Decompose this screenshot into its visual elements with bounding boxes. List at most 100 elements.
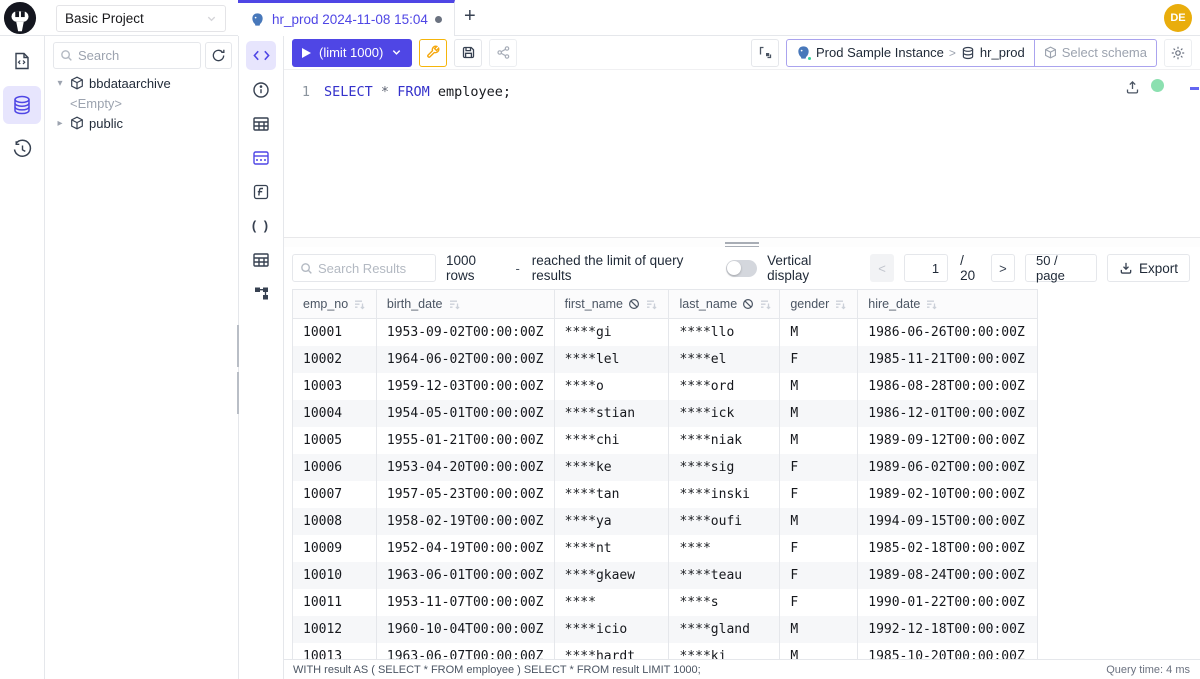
table-cell[interactable]: 1958-02-19T00:00:00Z xyxy=(377,508,555,535)
table-cell[interactable]: 10001 xyxy=(293,319,377,346)
column-header-gender[interactable]: gender xyxy=(780,290,858,318)
sort-icon[interactable] xyxy=(925,298,938,311)
sort-icon[interactable] xyxy=(834,298,847,311)
table-cell[interactable]: F xyxy=(780,454,858,481)
vertical-display-toggle[interactable] xyxy=(726,260,757,277)
table-cell[interactable]: ****stian xyxy=(555,400,670,427)
table-cell[interactable]: 1960-10-04T00:00:00Z xyxy=(377,616,555,643)
table-cell[interactable]: 1985-10-20T00:00:00Z xyxy=(858,643,1038,659)
table-cell[interactable]: ****ick xyxy=(669,400,780,427)
avatar[interactable]: DE xyxy=(1164,4,1192,32)
table-cell[interactable]: 10005 xyxy=(293,427,377,454)
caret-right-icon[interactable]: ▸ xyxy=(55,118,65,129)
refresh-button[interactable] xyxy=(205,42,232,69)
settings-button[interactable] xyxy=(1164,39,1192,67)
run-query-button[interactable]: (limit 1000) xyxy=(292,39,412,67)
table-cell[interactable]: **** xyxy=(555,589,670,616)
table-cell[interactable]: 1989-02-10T00:00:00Z xyxy=(858,481,1038,508)
sort-icon[interactable] xyxy=(448,298,461,311)
sort-icon[interactable] xyxy=(353,298,366,311)
table-cell[interactable]: 1957-05-23T00:00:00Z xyxy=(377,481,555,508)
table-cell[interactable]: 10012 xyxy=(293,616,377,643)
table-cell[interactable]: M xyxy=(780,616,858,643)
sidebar-item-worksheet[interactable] xyxy=(3,42,41,80)
table-cell[interactable]: F xyxy=(780,562,858,589)
tab-info[interactable] xyxy=(246,75,276,104)
schema-selector[interactable]: Select schema xyxy=(1034,40,1156,66)
table-cell[interactable]: F xyxy=(780,589,858,616)
table-cell[interactable]: ****gi xyxy=(555,319,670,346)
project-selector[interactable]: Basic Project xyxy=(56,5,226,32)
next-page-button[interactable]: > xyxy=(991,254,1015,282)
table-cell[interactable]: ****el xyxy=(669,346,780,373)
table-cell[interactable]: 1994-09-15T00:00:00Z xyxy=(858,508,1038,535)
column-header-emp_no[interactable]: emp_no xyxy=(293,290,377,318)
table-cell[interactable]: M xyxy=(780,427,858,454)
table-cell[interactable]: 10013 xyxy=(293,643,377,659)
table-cell[interactable]: 10009 xyxy=(293,535,377,562)
table-cell[interactable]: ****o xyxy=(555,373,670,400)
format-sql-button[interactable] xyxy=(751,39,779,67)
table-cell[interactable]: 1992-12-18T00:00:00Z xyxy=(858,616,1038,643)
table-cell[interactable]: ****niak xyxy=(669,427,780,454)
table-cell[interactable]: ****oufi xyxy=(669,508,780,535)
table-cell[interactable]: 1959-12-03T00:00:00Z xyxy=(377,373,555,400)
table-cell[interactable]: ****gkaew xyxy=(555,562,670,589)
table-cell[interactable]: 10007 xyxy=(293,481,377,508)
editor-results-divider[interactable] xyxy=(284,237,1200,247)
tree-search-input[interactable] xyxy=(78,48,168,63)
table-cell[interactable]: ****ya xyxy=(555,508,670,535)
table-cell[interactable]: ****hardt xyxy=(555,643,670,659)
table-cell[interactable]: 1964-06-02T00:00:00Z xyxy=(377,346,555,373)
table-cell[interactable]: 10006 xyxy=(293,454,377,481)
table-cell[interactable]: 10004 xyxy=(293,400,377,427)
tab-procedures[interactable]: ( ) xyxy=(246,211,276,240)
page-size-select[interactable]: 50 / page xyxy=(1025,254,1097,282)
table-cell[interactable]: M xyxy=(780,319,858,346)
caret-down-icon[interactable]: ▾ xyxy=(55,78,65,89)
table-cell[interactable]: **** xyxy=(669,535,780,562)
table-cell[interactable]: 10011 xyxy=(293,589,377,616)
prev-page-button[interactable]: < xyxy=(870,254,894,282)
tree-item-public[interactable]: ▸ public xyxy=(45,113,238,133)
sort-icon[interactable] xyxy=(645,298,658,311)
table-cell[interactable]: ****chi xyxy=(555,427,670,454)
results-search-input[interactable] xyxy=(318,261,428,276)
table-cell[interactable]: 1986-12-01T00:00:00Z xyxy=(858,400,1038,427)
tab-schema-diagram[interactable] xyxy=(246,143,276,172)
table-cell[interactable]: 1963-06-07T00:00:00Z xyxy=(377,643,555,659)
table-cell[interactable]: F xyxy=(780,481,858,508)
table-cell[interactable]: 1952-04-19T00:00:00Z xyxy=(377,535,555,562)
tab-external-tables[interactable] xyxy=(246,245,276,274)
table-cell[interactable]: 1954-05-01T00:00:00Z xyxy=(377,400,555,427)
table-cell[interactable]: 1955-01-21T00:00:00Z xyxy=(377,427,555,454)
table-cell[interactable]: F xyxy=(780,535,858,562)
table-cell[interactable]: 10002 xyxy=(293,346,377,373)
table-cell[interactable]: 1953-11-07T00:00:00Z xyxy=(377,589,555,616)
table-cell[interactable]: 10008 xyxy=(293,508,377,535)
upload-sheet-icon[interactable] xyxy=(1125,80,1140,95)
table-cell[interactable]: F xyxy=(780,346,858,373)
table-cell[interactable]: ****gland xyxy=(669,616,780,643)
table-cell[interactable]: 1985-11-21T00:00:00Z xyxy=(858,346,1038,373)
table-cell[interactable]: ****ke xyxy=(555,454,670,481)
table-cell[interactable]: 1990-01-22T00:00:00Z xyxy=(858,589,1038,616)
results-search[interactable] xyxy=(292,254,436,282)
table-cell[interactable]: M xyxy=(780,400,858,427)
column-header-last_name[interactable]: last_name xyxy=(669,290,780,318)
table-cell[interactable]: M xyxy=(780,508,858,535)
table-cell[interactable]: ****sig xyxy=(669,454,780,481)
table-cell[interactable]: 1986-06-26T00:00:00Z xyxy=(858,319,1038,346)
column-header-first_name[interactable]: first_name xyxy=(555,290,670,318)
table-cell[interactable]: 10010 xyxy=(293,562,377,589)
table-cell[interactable]: M xyxy=(780,643,858,659)
tree-search[interactable] xyxy=(53,42,201,69)
table-cell[interactable]: 1986-08-28T00:00:00Z xyxy=(858,373,1038,400)
table-cell[interactable]: 1989-09-12T00:00:00Z xyxy=(858,427,1038,454)
table-cell[interactable]: ****s xyxy=(669,589,780,616)
sort-icon[interactable] xyxy=(759,298,772,311)
tab-sql-editor[interactable] xyxy=(246,41,276,70)
tree-item-bbdataarchive[interactable]: ▾ bbdataarchive xyxy=(45,73,238,93)
table-cell[interactable]: 1989-06-02T00:00:00Z xyxy=(858,454,1038,481)
column-header-birth_date[interactable]: birth_date xyxy=(377,290,555,318)
